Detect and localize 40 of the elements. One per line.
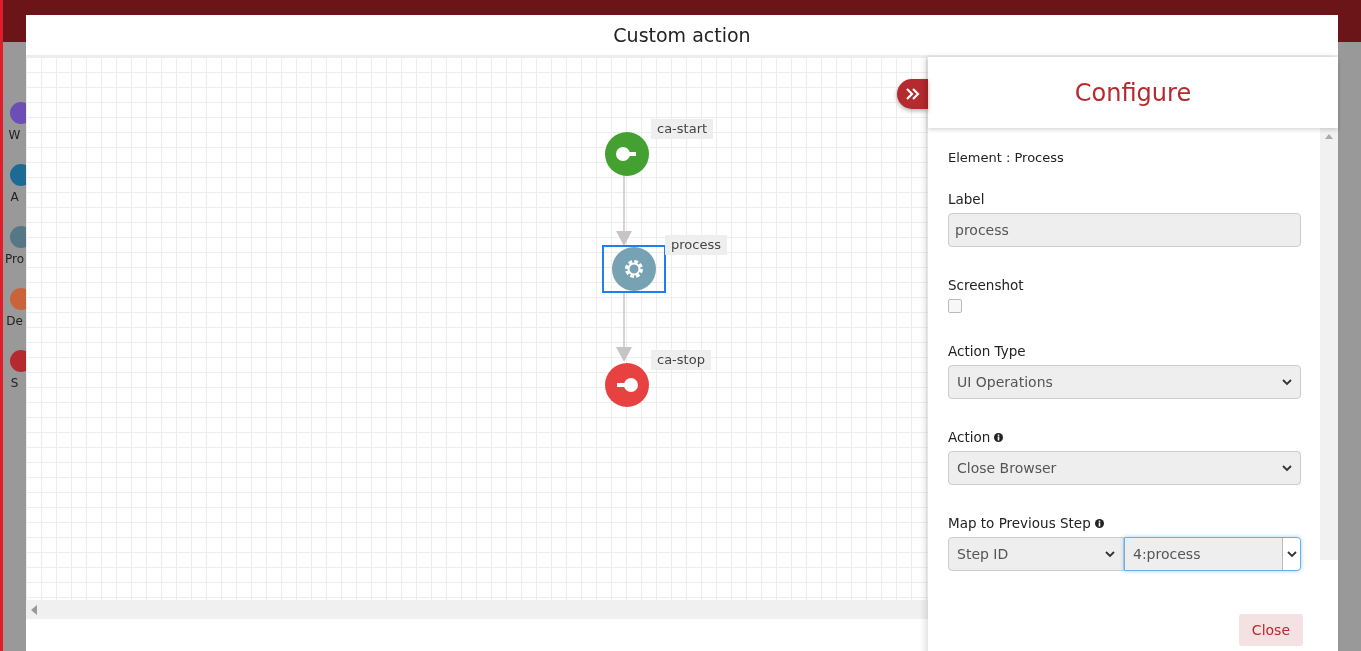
screenshot-checkbox[interactable] — [948, 299, 962, 313]
collapse-panel-button[interactable] — [897, 79, 928, 109]
element-type-label: Element : Process — [948, 150, 1065, 165]
caret-icon — [1282, 464, 1292, 472]
horizontal-scrollbar[interactable] — [26, 600, 928, 619]
close-button[interactable]: Close — [1238, 614, 1303, 646]
modal-title: Custom action — [613, 24, 751, 46]
start-node[interactable] — [602, 129, 652, 179]
connector-arrow — [616, 174, 632, 246]
sidebar-label[interactable]: S — [10, 376, 19, 390]
panel-title: Configure — [1074, 78, 1192, 107]
stop-node[interactable] — [602, 360, 652, 410]
node-label: process — [665, 234, 727, 255]
process-node[interactable] — [602, 244, 666, 293]
info-icon[interactable] — [994, 432, 1004, 442]
connector-arrow — [616, 292, 632, 362]
dropdown[interactable]: UI Operations — [948, 365, 1301, 399]
double-chevron-icon — [904, 87, 921, 101]
sidebar-label[interactable]: A — [10, 190, 19, 204]
info-icon[interactable] — [1094, 518, 1104, 528]
label-input[interactable]: process — [948, 213, 1301, 247]
scroll-up-icon[interactable] — [1325, 134, 1333, 139]
sidebar-label[interactable]: Pro — [4, 252, 24, 266]
field-label: Action Type — [948, 343, 1026, 359]
caret-icon — [1286, 550, 1297, 558]
node-label: ca-start — [651, 119, 714, 139]
dropdown[interactable]: Close Browser — [948, 451, 1301, 485]
caret-icon — [1105, 550, 1115, 558]
node-label: ca-stop — [651, 350, 711, 370]
caret-icon — [1282, 378, 1292, 386]
field-label: Screenshot — [948, 277, 1024, 293]
dropdown[interactable]: Step ID — [948, 537, 1124, 571]
vertical-scrollbar[interactable] — [1320, 128, 1338, 560]
scroll-left-icon[interactable] — [31, 604, 37, 615]
field-label: Label — [948, 191, 985, 207]
dropdown[interactable]: 4:process — [1124, 537, 1301, 571]
sidebar-label[interactable]: W — [8, 128, 21, 142]
field-label: Action — [948, 429, 991, 445]
sidebar-label[interactable]: De — [6, 314, 23, 328]
field-label: Map to Previous Step — [948, 515, 1091, 531]
